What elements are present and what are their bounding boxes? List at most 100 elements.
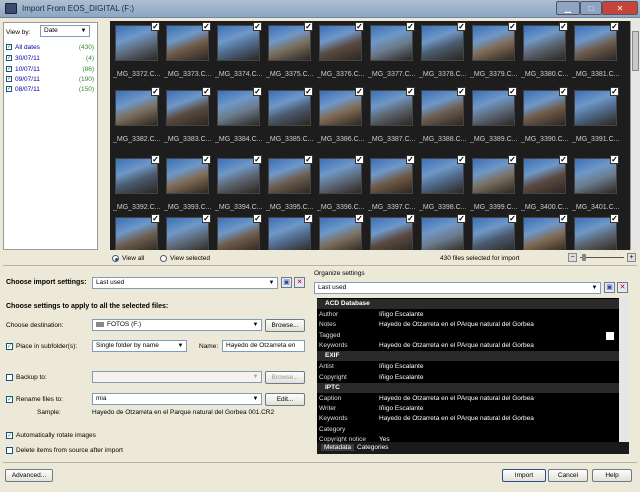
- import-button[interactable]: Import: [502, 469, 546, 482]
- thumbnail-checkbox[interactable]: ✓: [508, 214, 517, 223]
- thumbnail-checkbox[interactable]: ✓: [355, 155, 364, 164]
- thumbnail-checkbox[interactable]: ✓: [202, 87, 211, 96]
- thumbnail[interactable]: ✓: [419, 214, 468, 250]
- cancel-button[interactable]: Cancel: [548, 469, 588, 482]
- thumbnail[interactable]: ✓ _MG_3391.C...: [572, 87, 621, 144]
- thumbnail[interactable]: ✓ _MG_3384.C...: [215, 87, 264, 144]
- thumbnail-grid[interactable]: ✓ _MG_3372.C... ✓ _MG_3373.C... ✓ _MG_3374.C.…: [110, 21, 630, 250]
- thumbnail-checkbox[interactable]: ✓: [559, 22, 568, 31]
- thumbnail[interactable]: ✓: [266, 214, 315, 250]
- backup-select[interactable]: ▼: [92, 371, 262, 383]
- tagged-checkbox[interactable]: [606, 331, 614, 340]
- auto-rotate-checkbox[interactable]: ✓: [6, 432, 13, 439]
- thumbnail[interactable]: ✓ _MG_3396.C...: [317, 155, 366, 212]
- delete-organize-button[interactable]: ✕: [617, 282, 628, 293]
- thumbnail-checkbox[interactable]: ✓: [559, 214, 568, 223]
- metadata-row[interactable]: Keywords Hayedo de Otzarreta en el PArque…: [317, 340, 619, 351]
- metadata-value[interactable]: Hayedo de Otzarreta en el PArque natural…: [377, 340, 614, 351]
- thumbnail-checkbox[interactable]: ✓: [406, 22, 415, 31]
- subfolder-select[interactable]: Single folder by name ▼: [92, 340, 187, 352]
- filter-item[interactable]: ✓ 09/07/11 (190): [6, 74, 94, 84]
- filter-checkbox[interactable]: ✓: [6, 66, 12, 72]
- save-settings-button[interactable]: ▣: [281, 277, 292, 288]
- scrollbar-thumb[interactable]: [632, 31, 639, 71]
- metadata-row[interactable]: Keywords Hayedo de Otzarreta en el PArque…: [317, 414, 619, 425]
- metadata-value[interactable]: Hayedo de Otzarreta en el PArque natural…: [377, 414, 614, 425]
- backup-checkbox[interactable]: [6, 374, 13, 381]
- filter-item[interactable]: ✓ 10/07/11 (86): [6, 64, 94, 74]
- thumbnail[interactable]: ✓: [164, 214, 213, 250]
- thumbnail[interactable]: ✓: [215, 214, 264, 250]
- viewby-select[interactable]: Date ▼: [40, 25, 90, 37]
- metadata-value[interactable]: Yes: [377, 435, 614, 442]
- thumbnail-checkbox[interactable]: ✓: [406, 155, 415, 164]
- thumbnail[interactable]: ✓: [368, 214, 417, 250]
- thumbnail[interactable]: ✓: [317, 214, 366, 250]
- metadata-row[interactable]: Notes Hayedo de Otzarreta en el PArque na…: [317, 320, 619, 331]
- filter-checkbox[interactable]: ✓: [6, 55, 12, 61]
- thumbnail[interactable]: ✓ _MG_3398.C...: [419, 155, 468, 212]
- metadata-row[interactable]: Author Iñigo Escalante: [317, 310, 619, 320]
- thumbnail[interactable]: ✓ _MG_3392.C...: [113, 155, 162, 212]
- tab-metadata[interactable]: Metadata: [321, 444, 355, 451]
- thumbnail[interactable]: ✓ _MG_3383.C...: [164, 87, 213, 144]
- import-settings-select[interactable]: Last used ▼: [92, 277, 278, 289]
- metadata-scrollbar[interactable]: [619, 298, 629, 442]
- close-button[interactable]: ✕: [602, 1, 638, 15]
- thumbnail-checkbox[interactable]: ✓: [610, 155, 619, 164]
- thumbnail-checkbox[interactable]: ✓: [304, 155, 313, 164]
- filter-item[interactable]: ✓ 30/07/11 (4): [6, 53, 94, 63]
- thumbnail[interactable]: ✓ _MG_3390.C...: [521, 87, 570, 144]
- thumbnail[interactable]: ✓ _MG_3397.C...: [368, 155, 417, 212]
- thumbnail[interactable]: ✓ _MG_3382.C...: [113, 87, 162, 144]
- metadata-row[interactable]: Tagged: [317, 330, 619, 341]
- thumbnail[interactable]: ✓ _MG_3376.C...: [317, 22, 366, 79]
- thumbnail[interactable]: ✓ _MG_3380.C...: [521, 22, 570, 79]
- thumbnail-checkbox[interactable]: ✓: [457, 214, 466, 223]
- thumbnail[interactable]: ✓ _MG_3394.C...: [215, 155, 264, 212]
- thumbnail-checkbox[interactable]: ✓: [151, 87, 160, 96]
- thumbnail-checkbox[interactable]: ✓: [151, 214, 160, 223]
- thumbnail-checkbox[interactable]: ✓: [559, 155, 568, 164]
- filter-item[interactable]: ✓ All dates (430): [6, 42, 94, 52]
- thumbnail[interactable]: ✓ _MG_3385.C...: [266, 87, 315, 144]
- thumbnail[interactable]: ✓ _MG_3375.C...: [266, 22, 315, 79]
- backup-browse-button[interactable]: Browse...: [265, 371, 305, 384]
- thumbnail-checkbox[interactable]: ✓: [406, 87, 415, 96]
- thumbnail-checkbox[interactable]: ✓: [151, 22, 160, 31]
- thumbnail-checkbox[interactable]: ✓: [610, 87, 619, 96]
- rename-edit-button[interactable]: Edit...: [265, 393, 305, 406]
- help-button[interactable]: Help: [592, 469, 632, 482]
- thumbnail-checkbox[interactable]: ✓: [457, 87, 466, 96]
- thumbnail-checkbox[interactable]: ✓: [355, 22, 364, 31]
- thumbnail[interactable]: ✓ _MG_3374.C...: [215, 22, 264, 79]
- metadata-row[interactable]: Copyright Iñigo Escalante: [317, 372, 619, 383]
- zoom-track[interactable]: [580, 257, 624, 258]
- thumbnail-checkbox[interactable]: ✓: [457, 22, 466, 31]
- minimize-button[interactable]: ▁: [556, 1, 580, 15]
- metadata-value[interactable]: Iñigo Escalante: [377, 362, 614, 373]
- thumbnail[interactable]: ✓ _MG_3379.C...: [470, 22, 519, 79]
- thumbnail-checkbox[interactable]: ✓: [508, 87, 517, 96]
- thumbnail[interactable]: ✓ _MG_3372.C...: [113, 22, 162, 79]
- grid-scrollbar[interactable]: [630, 21, 639, 250]
- zoom-in-button[interactable]: +: [627, 253, 636, 262]
- zoom-out-button[interactable]: −: [568, 253, 577, 262]
- organize-select[interactable]: Last used ▼: [314, 282, 601, 294]
- metadata-value[interactable]: Iñigo Escalante: [377, 372, 614, 383]
- metadata-row[interactable]: Artist Iñigo Escalante: [317, 362, 619, 373]
- metadata-value[interactable]: [377, 424, 614, 435]
- thumbnail-checkbox[interactable]: ✓: [457, 155, 466, 164]
- metadata-group-header[interactable]: IPTC: [317, 382, 619, 393]
- thumbnail-checkbox[interactable]: ✓: [559, 87, 568, 96]
- filter-checkbox[interactable]: ✓: [6, 44, 12, 50]
- thumbnail[interactable]: ✓ _MG_3393.C...: [164, 155, 213, 212]
- filter-checkbox[interactable]: ✓: [6, 86, 12, 92]
- title-bar[interactable]: Import From EOS_DIGITAL (F:) ▁ □ ✕: [0, 0, 640, 18]
- thumbnail-checkbox[interactable]: ✓: [304, 87, 313, 96]
- rename-checkbox[interactable]: ✓: [6, 396, 13, 403]
- tab-categories[interactable]: Categories: [357, 444, 388, 451]
- thumbnail[interactable]: ✓: [470, 214, 519, 250]
- metadata-group-header[interactable]: ACD Database: [317, 299, 619, 309]
- thumbnail[interactable]: ✓: [572, 214, 621, 250]
